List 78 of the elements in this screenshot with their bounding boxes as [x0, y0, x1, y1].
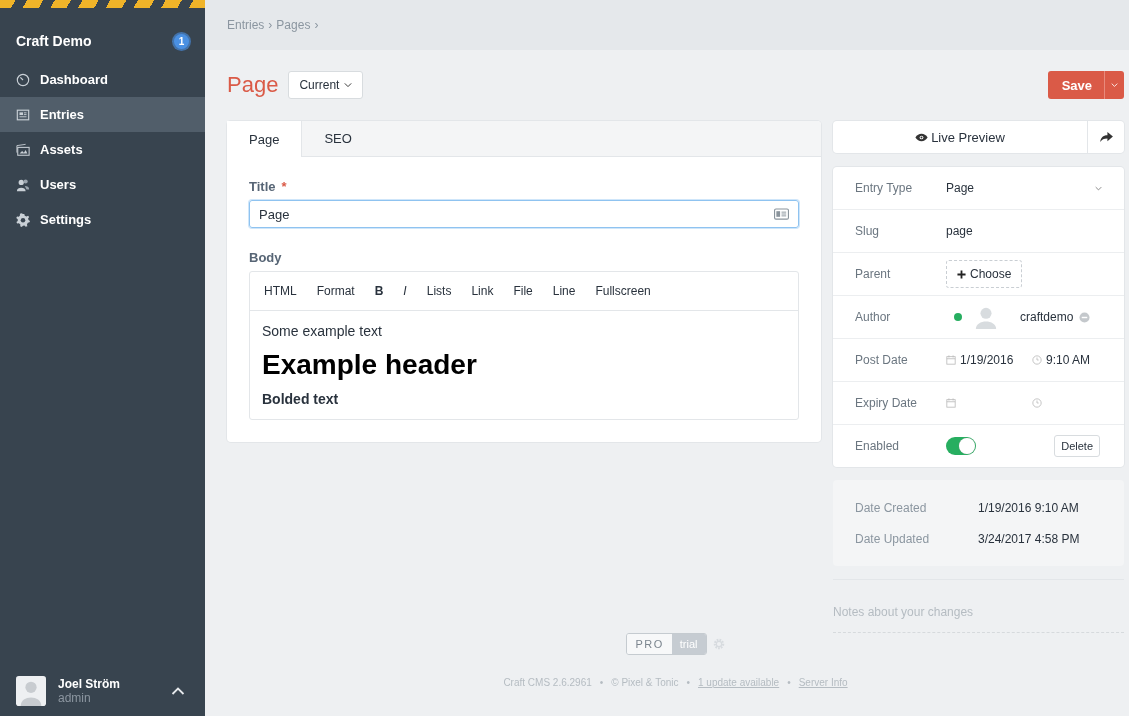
breadcrumb-separator: › [268, 18, 273, 32]
date-label: Date Updated [855, 531, 931, 546]
chevron-down-icon [344, 82, 353, 88]
save-menu-button[interactable] [1104, 71, 1124, 99]
tab[interactable]: Page [227, 121, 303, 157]
delete-button[interactable]: Delete [1054, 435, 1100, 457]
live-preview-button[interactable]: Live Preview [833, 121, 1088, 153]
settings-icon [16, 212, 30, 227]
enabled-toggle[interactable] [946, 437, 976, 455]
calendar-icon [946, 398, 956, 408]
bold-text: Bolded text [262, 391, 340, 407]
date-value: 1/19/2016 9:10 AM [978, 500, 1079, 515]
breadcrumb-separator: › [314, 18, 319, 32]
toolbar-button[interactable]: Lists [416, 284, 462, 298]
sidebar-item[interactable]: Assets [0, 132, 205, 167]
title-field[interactable]: Page [249, 200, 799, 228]
time-field[interactable]: 9:10 AM [1032, 353, 1118, 367]
toolbar-button[interactable]: I [393, 284, 417, 298]
footer-separator: • [686, 677, 690, 688]
paragraph: Some example text [262, 323, 383, 339]
images-icon [16, 142, 30, 157]
footer-text: Craft CMS 2.6.2961 [503, 677, 592, 688]
share-arrow-icon [1099, 131, 1113, 143]
entry-type-select[interactable]: Page [946, 181, 1102, 195]
revision-dropdown[interactable]: Current [288, 71, 364, 99]
users-icon [16, 177, 30, 192]
footer-separator: • [599, 677, 604, 688]
field-label: Post Date [855, 353, 909, 367]
rich-text-editor[interactable]: HTML Format B I Lists Link File Line Fullscreen Some example text Example header Bolded text [249, 271, 799, 420]
field-label: Enabled [855, 439, 901, 453]
toolbar-button[interactable]: Fullscreen [585, 284, 661, 298]
field-label: Entry Type [855, 181, 914, 195]
choose-button[interactable]: Choose [946, 260, 1023, 288]
date-field[interactable]: 1/19/2016 [946, 353, 1032, 367]
field-label: Author [855, 310, 892, 324]
chevron-down-icon [1095, 185, 1102, 191]
site-name[interactable]: Craft Demo [16, 33, 92, 49]
toolbar-button[interactable]: Format [306, 284, 365, 298]
author-name[interactable]: craftdemo [1020, 310, 1074, 324]
toolbar-button[interactable]: HTML [254, 284, 307, 298]
field-label: Title [249, 179, 276, 194]
field-label: Parent [855, 267, 892, 281]
footer-separator: • [787, 677, 791, 688]
clock-icon [1032, 355, 1042, 365]
toolbar-button[interactable]: Link [461, 284, 504, 298]
id-card-icon [774, 208, 789, 220]
remove-icon[interactable] [1079, 311, 1090, 323]
calendar-icon [946, 355, 956, 365]
sidebar-item[interactable]: Dashboard [0, 62, 205, 97]
tab[interactable]: SEO [302, 121, 374, 156]
date-value: 3/24/2017 4:58 PM [978, 531, 1080, 546]
avatar-icon [974, 305, 998, 329]
eye-icon [915, 132, 929, 142]
field-label: Body [249, 250, 282, 265]
newspaper-icon [16, 107, 30, 122]
clock-icon [1032, 398, 1042, 408]
user-name[interactable]: Joel Ström [58, 677, 171, 691]
field-label: Expiry Date [855, 396, 919, 410]
heading: Example header [262, 349, 478, 381]
field-label: Slug [855, 224, 881, 238]
sidebar-item[interactable]: Users [0, 167, 205, 202]
plus-icon [957, 269, 966, 279]
gauge-icon [16, 72, 30, 87]
chevron-down-icon [1111, 82, 1118, 88]
slug-field[interactable]: page [946, 224, 973, 238]
chevron-up-icon[interactable] [171, 686, 185, 696]
notes-field[interactable]: Notes about your changes [833, 579, 1124, 633]
required-mark: * [281, 179, 287, 194]
save-button[interactable]: Save [1047, 71, 1104, 99]
avatar-icon[interactable] [16, 676, 46, 706]
toolbar-button[interactable]: Line [542, 284, 586, 298]
date-label: Date Created [855, 500, 928, 515]
sidebar-item[interactable]: Entries [0, 97, 205, 132]
toolbar-button[interactable]: B [364, 284, 394, 298]
toolbar-button[interactable]: File [503, 284, 543, 298]
page-title: Page [227, 72, 279, 98]
sidebar-item[interactable]: Settings [0, 202, 205, 237]
user-role: admin [58, 691, 92, 705]
